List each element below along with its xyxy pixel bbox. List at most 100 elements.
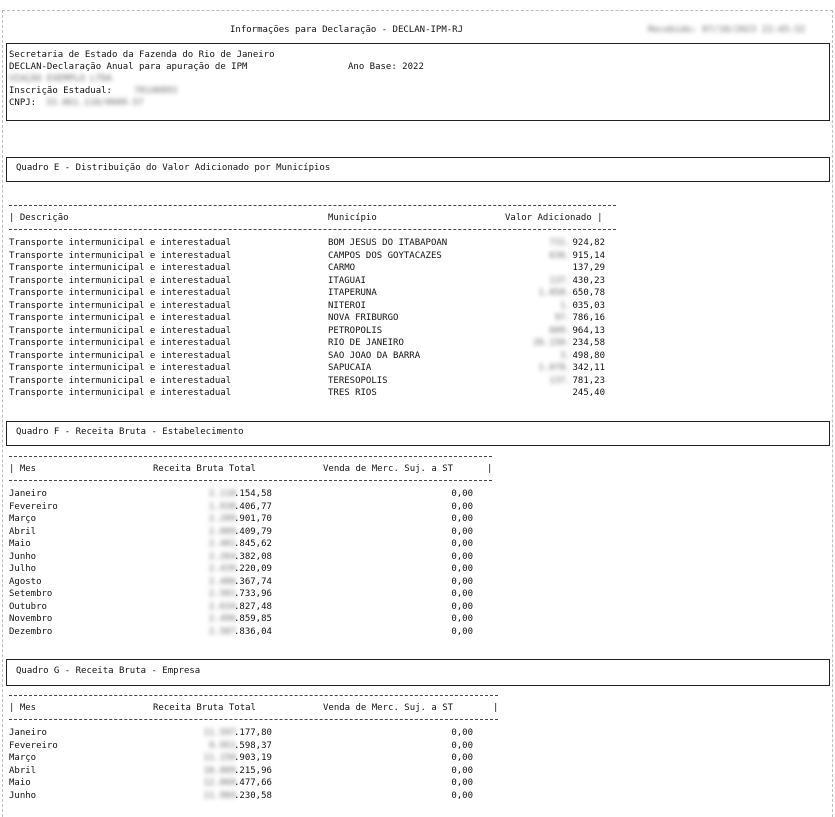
table-row: Fevereiro 1.938.406,77 0,00	[9, 501, 489, 513]
table-row: Agosto 2.486.367,74 0,00	[9, 576, 489, 588]
mes-cell: Setembro	[9, 589, 53, 599]
table-row: Transporte intermunicipal e interestadua…	[9, 312, 619, 324]
municipio-cell: CAMPOS DOS GOYTACAZES	[328, 250, 442, 261]
receita-hidden-part: 2.439	[208, 564, 236, 574]
quadro-e-title: Quadro E - Distribuição do Valor Adicion…	[16, 163, 331, 173]
table-row: Transporte intermunicipal e interestadua…	[9, 350, 619, 362]
receita-hidden-part: 2.089	[208, 526, 236, 537]
valor-cell: 234,58	[572, 338, 605, 348]
mes-cell: Junho	[9, 790, 37, 801]
table-row: Janeiro 2.118.154,58 0,00	[9, 488, 489, 500]
receita-hidden-part: 10.889	[203, 765, 236, 776]
valor-cell: 924,82	[572, 238, 605, 248]
receita-hidden-part: 1.938	[208, 501, 236, 512]
receita-hidden-part: 9.951	[208, 740, 236, 751]
table-row: Novembro 2.496.859,85 0,00	[9, 613, 489, 625]
receita-hidden-part: 2.209	[208, 514, 236, 524]
table-row: Março 2.209.901,70 0,00	[9, 513, 489, 525]
quadro-f-title: Quadro F - Receita Bruta - Estabelecimen…	[16, 427, 244, 437]
received-timestamp: Recebido: 07/10/2023 22:45:32	[648, 25, 806, 35]
descricao-cell: Transporte intermunicipal e interestadua…	[9, 263, 232, 273]
municipio-cell: SAPUCAIA	[328, 363, 372, 373]
mes-cell: Agosto	[9, 576, 42, 587]
company-name: VIAÇÃO EXEMPLO LTDA	[9, 74, 112, 84]
receita-cell: .733,96	[234, 589, 272, 599]
descricao-cell: Transporte intermunicipal e interestadua…	[9, 300, 232, 311]
valor-cell: 035,03	[572, 300, 605, 311]
descricao-cell: Transporte intermunicipal e interestadua…	[9, 250, 232, 261]
descricao-cell: Transporte intermunicipal e interestadua…	[9, 275, 232, 286]
valor-cell: 498,80	[572, 350, 605, 361]
valor-cell: 915,14	[572, 250, 605, 261]
table-row: Junho 2.264.382,08 0,00	[9, 551, 489, 563]
receita-cell: .901,70	[234, 514, 272, 524]
quadro-g-header-mes: | Mes	[9, 703, 37, 713]
receita-hidden-part: 2.634	[208, 601, 236, 612]
st-cell: 0,00	[451, 589, 473, 599]
receita-cell: .477,66	[234, 778, 272, 788]
receita-cell: .827,48	[234, 601, 272, 612]
quadro-f-header-st: Venda de Merc. Suj. a ST	[323, 464, 454, 474]
table-row: Dezembro 2.507.836,04 0,00	[9, 626, 489, 638]
receita-cell: .230,58	[234, 790, 272, 801]
valor-hidden-part: 97.	[554, 313, 571, 323]
report-title: Informações para Declaração - DECLAN-IPM…	[230, 25, 463, 35]
quadro-f-header-mes: | Mes	[9, 464, 37, 474]
receita-hidden-part: 2.507	[208, 626, 236, 637]
quadro-g-title: Quadro G - Receita Bruta - Empresa	[16, 666, 201, 676]
ano-base: Ano Base: 2022	[348, 62, 424, 72]
ie-value: 78140893	[134, 86, 178, 96]
valor-cell: 964,13	[572, 325, 605, 336]
st-cell: 0,00	[451, 514, 473, 524]
receita-cell: .382,08	[234, 551, 272, 562]
descricao-cell: Transporte intermunicipal e interestadua…	[9, 388, 232, 398]
mes-cell: Outubro	[9, 601, 47, 612]
valor-hidden-part: 731.	[549, 238, 571, 248]
receita-cell: .598,37	[234, 740, 272, 751]
table-row: Transporte intermunicipal e interestadua…	[9, 237, 619, 249]
table-row: Abril 10.889.215,96 0,00	[9, 765, 489, 777]
descricao-cell: Transporte intermunicipal e interestadua…	[9, 375, 232, 386]
valor-hidden-part: 3.	[560, 350, 571, 361]
valor-cell: 245,40	[572, 388, 605, 398]
valor-hidden-part: 1.078.	[538, 363, 571, 373]
table-row: Outubro 2.634.827,48 0,00	[9, 601, 489, 613]
st-cell: 0,00	[451, 539, 473, 549]
descricao-cell: Transporte intermunicipal e interestadua…	[9, 350, 232, 361]
st-cell: 0,00	[451, 753, 473, 763]
receita-hidden-part: 2.118	[208, 489, 236, 499]
table-row: Transporte intermunicipal e interestadua…	[9, 262, 619, 274]
receita-cell: .409,79	[234, 526, 272, 537]
table-row: Maio 12.060.477,66 0,00	[9, 777, 489, 789]
table-row: Fevereiro 9.951.598,37 0,00	[9, 740, 489, 752]
receita-hidden-part: 2.496	[208, 614, 236, 624]
receita-cell: .406,77	[234, 501, 272, 512]
valor-hidden-part: 26.150.	[533, 338, 571, 348]
valor-cell: 342,11	[572, 363, 605, 373]
table-row: Janeiro 11.597.177,80 0,00	[9, 727, 489, 739]
quadro-f-header-end: |	[487, 464, 493, 474]
valor-cell: 430,23	[572, 275, 605, 286]
receita-cell: .220,09	[234, 564, 272, 574]
quadro-e-rule-top	[9, 205, 616, 206]
st-cell: 0,00	[451, 614, 473, 624]
quadro-e-header-municipio: Município	[328, 213, 377, 223]
st-cell: 0,00	[451, 526, 473, 537]
municipio-cell: RIO DE JANEIRO	[328, 338, 404, 348]
receita-hidden-part: 2.486	[208, 576, 236, 587]
table-row: Março 11.150.903,19 0,00	[9, 752, 489, 764]
ie-label: Inscrição Estadual:	[9, 86, 112, 96]
mes-cell: Abril	[9, 765, 37, 776]
quadro-e-rule-header	[9, 229, 616, 230]
st-cell: 0,00	[451, 740, 473, 751]
receita-hidden-part: 11.984	[203, 790, 236, 801]
mes-cell: Março	[9, 753, 37, 763]
receita-hidden-part: 2.264	[208, 551, 236, 562]
declan-line: DECLAN-Declaração Anual para apuração de…	[9, 62, 248, 72]
quadro-g-rule-top	[9, 695, 498, 696]
table-row: Abril 2.089.409,79 0,00	[9, 526, 489, 538]
municipio-cell: TERESOPOLIS	[328, 375, 388, 386]
valor-hidden-part: 636.	[549, 250, 571, 261]
mes-cell: Janeiro	[9, 728, 47, 738]
table-row: Transporte intermunicipal e interestadua…	[9, 287, 619, 299]
